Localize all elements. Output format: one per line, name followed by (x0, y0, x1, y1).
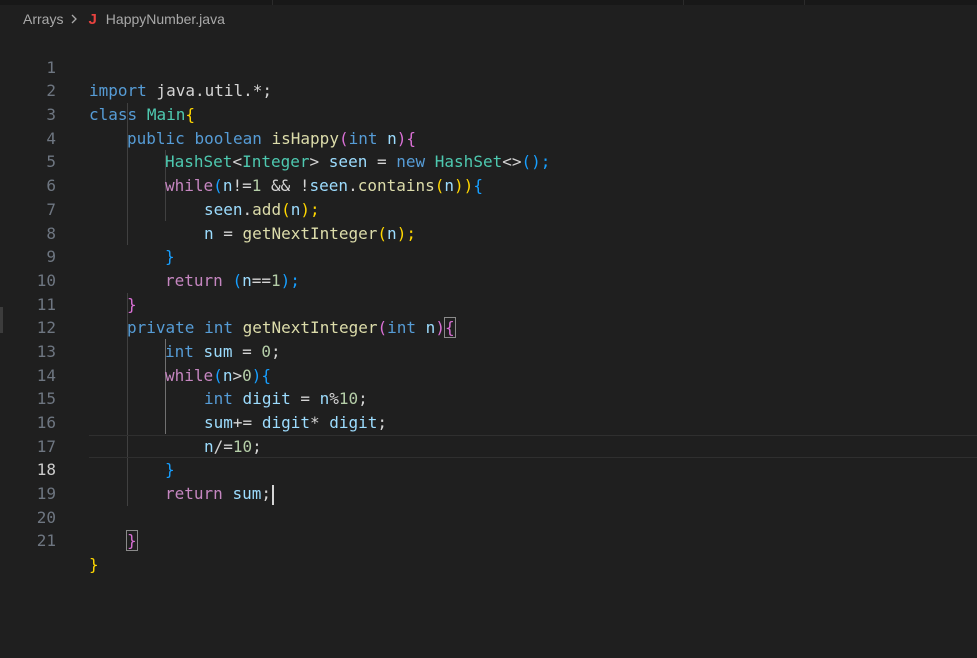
code-line-current: 18 return sum; (0, 434, 977, 505)
chevron-right-icon (71, 14, 78, 24)
line-number: 21 (36, 531, 56, 551)
tab-segment[interactable] (0, 0, 273, 5)
code-line: 7 n = getNextInteger(n); (0, 174, 977, 243)
java-file-icon: J (88, 10, 97, 28)
code-line: 20 } (0, 482, 977, 552)
code-line: 8 } (0, 198, 977, 267)
code-line: 13 while(n>0){ (0, 316, 977, 385)
code-line: 19 (0, 458, 977, 503)
tab-bar-strip (0, 0, 977, 5)
breadcrumb-folder[interactable]: Arrays (23, 11, 63, 27)
code-text[interactable]: } (126, 529, 138, 553)
code-line: 16 n/=10; (0, 387, 977, 456)
code-line: 6 seen.add(n); (0, 150, 977, 219)
tab-segment[interactable] (273, 0, 684, 5)
code-text[interactable]: } (89, 553, 99, 577)
code-line: 14 int digit = n%10; (0, 340, 977, 409)
code-line: 3 public boolean isHappy(int n){ (0, 79, 977, 148)
code-line: 10 } (0, 245, 977, 314)
breadcrumb: Arrays J HappyNumber.java (23, 8, 225, 30)
code-editor[interactable]: 1 import java.util.*; 2 class Main{ 3 pu… (0, 32, 977, 574)
code-line: 1 import java.util.*; (0, 32, 977, 101)
code-line: 12 int sum = 0; (0, 293, 977, 361)
code-line: 5 while(n!=1 && !seen.contains(n)){ (0, 127, 977, 195)
matched-bracket: } (126, 530, 138, 552)
code-line: 21 } (0, 506, 977, 574)
code-line: 17 } (0, 411, 977, 480)
code-line: 9 return (n==1); (0, 222, 977, 290)
tab-segment[interactable] (684, 0, 805, 5)
code-line: 11 private int getNextInteger(int n){ (0, 269, 977, 339)
breadcrumb-file[interactable]: HappyNumber.java (106, 11, 225, 27)
code-line: 15 sum+= digit* digit; (0, 364, 977, 432)
code-line: 2 class Main{ (0, 56, 977, 124)
code-line: 4 HashSet<Integer> seen = new HashSet<>(… (0, 103, 977, 172)
